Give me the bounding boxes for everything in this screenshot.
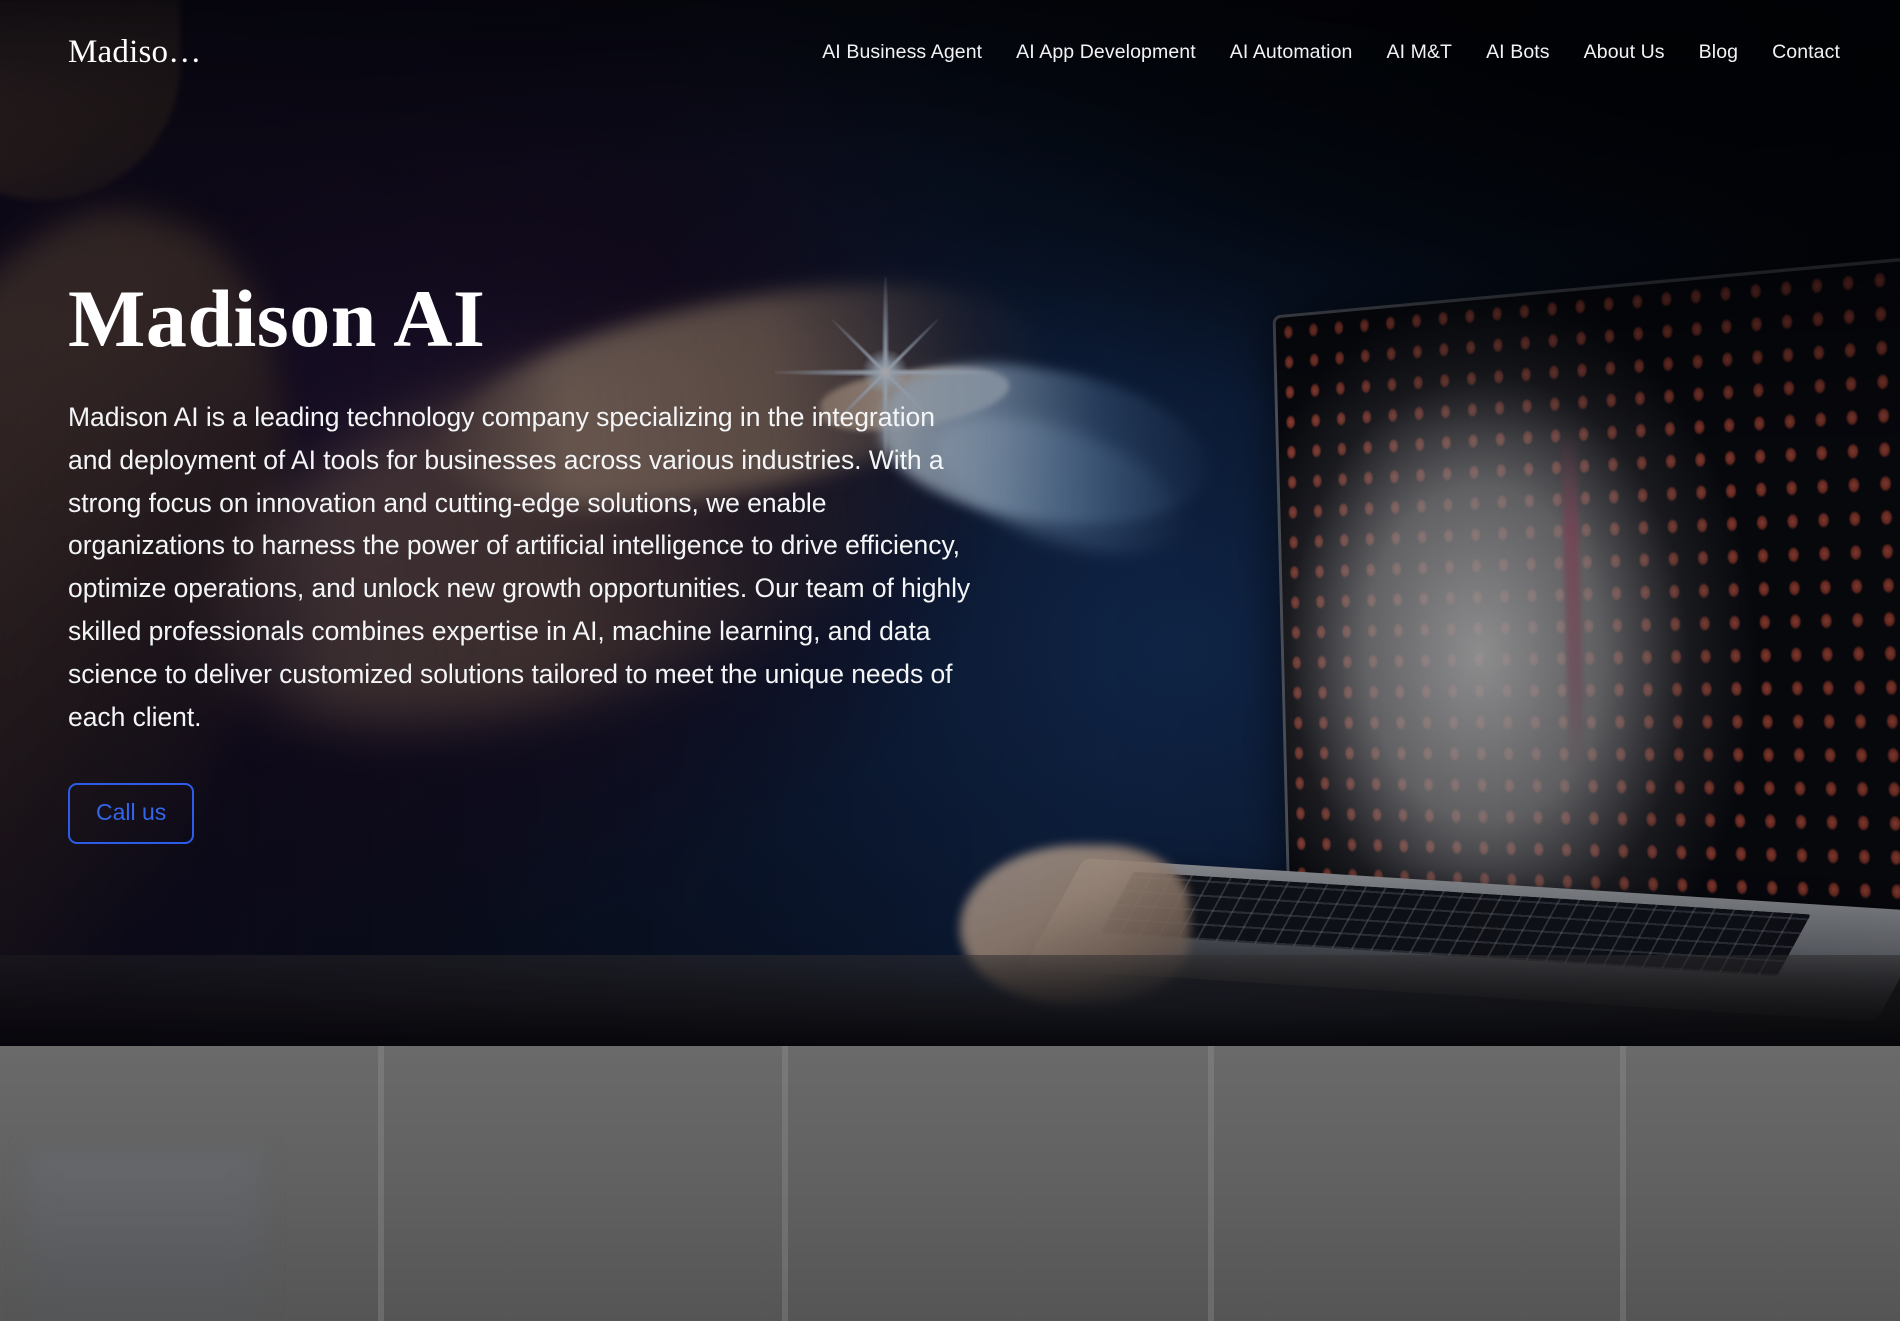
window-mullion-4 <box>1620 1046 1626 1321</box>
nav-item-blog[interactable]: Blog <box>1699 41 1738 64</box>
hero-content: Madison AI Madison AI is a leading techn… <box>68 273 1028 845</box>
hero-title: Madison AI <box>68 273 486 364</box>
site-logo[interactable]: Madiso… <box>68 34 201 71</box>
blurred-cityscape <box>30 1151 260 1321</box>
office-background <box>0 1046 1900 1321</box>
nav-item-ai-automation[interactable]: AI Automation <box>1230 41 1353 64</box>
window-mullion-2 <box>782 1046 788 1321</box>
call-center-section: MAI Call Center <box>0 1046 1900 1321</box>
nav-item-ai-business-agent[interactable]: AI Business Agent <box>822 41 982 64</box>
window-mullion-3 <box>1208 1046 1214 1321</box>
hero-section: Madiso… AI Business Agent AI App Develop… <box>0 0 1900 1046</box>
site-header: Madiso… AI Business Agent AI App Develop… <box>0 0 1900 105</box>
window-mullion-1 <box>378 1046 384 1321</box>
hero-paragraph: Madison AI is a leading technology compa… <box>68 402 971 732</box>
nav-item-contact[interactable]: Contact <box>1772 41 1840 64</box>
main-navigation: AI Business Agent AI App Development AI … <box>822 41 1840 64</box>
nav-item-ai-mt[interactable]: AI M&T <box>1386 41 1452 64</box>
nav-item-about-us[interactable]: About Us <box>1584 41 1665 64</box>
call-us-button[interactable]: Call us <box>68 783 195 845</box>
page-root: Madiso… AI Business Agent AI App Develop… <box>0 0 1900 1321</box>
nav-item-ai-bots[interactable]: AI Bots <box>1486 41 1550 64</box>
nav-item-ai-app-development[interactable]: AI App Development <box>1016 41 1196 64</box>
call-center-background-image <box>0 1046 1900 1321</box>
